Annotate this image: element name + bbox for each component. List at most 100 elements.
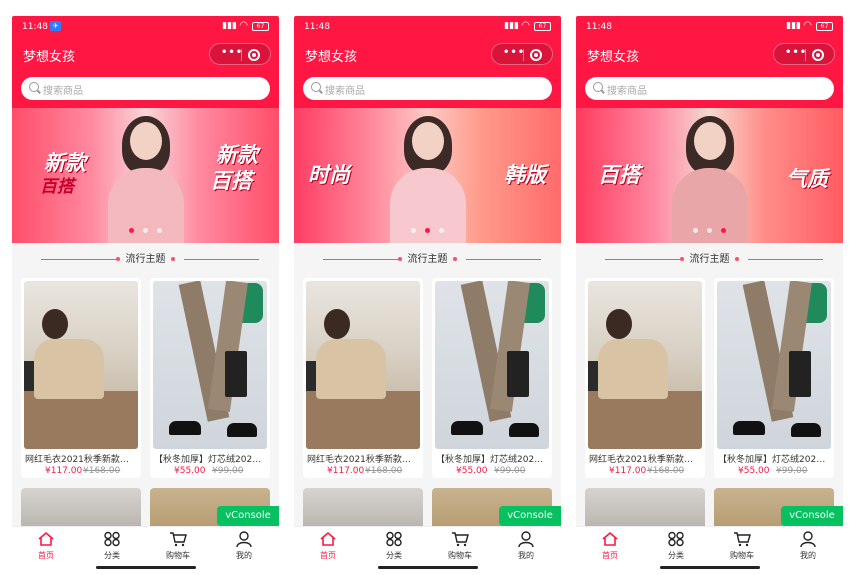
product-card[interactable] — [303, 488, 423, 528]
page-title: 梦想女孩 — [23, 50, 76, 65]
cart-icon — [170, 532, 187, 547]
product-card[interactable]: 网红毛衣2021秋季新款百... ¥117.00 ¥168.00 — [585, 278, 705, 478]
carousel-dot[interactable] — [692, 228, 698, 233]
section-dot — [116, 257, 120, 261]
close-icon[interactable] — [812, 49, 824, 61]
product-card[interactable]: 网红毛衣2021秋季新款百... ¥117.00 ¥168.00 — [21, 278, 141, 478]
tab-home[interactable]: 首页 — [308, 531, 348, 561]
product-card[interactable] — [21, 488, 141, 528]
banner-right-text-1: 韩版 — [504, 163, 546, 187]
banner-right-text-1: 气质 — [786, 167, 828, 191]
search-bar[interactable]: 搜索商品 — [21, 77, 270, 100]
banner-left-text-1: 时尚 — [308, 163, 350, 187]
product-image — [24, 281, 138, 449]
section-divider-right — [748, 259, 823, 260]
mini-program-capsule: ••• — [773, 43, 835, 65]
product-card[interactable]: 【秋冬加厚】灯芯绒2021新... ¥55.00 ¥99.00 — [150, 278, 270, 478]
category-icon — [104, 531, 120, 547]
status-time: 11:48 — [22, 22, 48, 32]
tab-label: 我的 — [518, 551, 534, 560]
banner-carousel[interactable]: 新款 百搭 新款 百搭 — [12, 108, 279, 243]
banner-carousel[interactable]: 百搭 气质 — [576, 108, 843, 243]
tab-cart[interactable]: 购物车 — [722, 531, 762, 561]
banner-carousel[interactable]: 时尚 韩版 — [294, 108, 561, 243]
user-icon — [518, 531, 534, 548]
tab-category[interactable]: 分类 — [92, 531, 132, 561]
signal-icon: ▮▮▮ — [786, 21, 801, 31]
section-divider-left — [323, 259, 398, 260]
product-card[interactable]: 【秋冬加厚】灯芯绒2021新... ¥55.00 ¥99.00 — [432, 278, 552, 478]
home-indicator — [378, 566, 478, 569]
status-bar: 11:48 ▮▮▮ ◠ 67 — [576, 16, 843, 38]
tab-home[interactable]: 首页 — [26, 531, 66, 561]
product-old-price: ¥168.00 — [647, 466, 685, 476]
tab-label: 首页 — [602, 551, 618, 560]
search-icon — [593, 82, 603, 92]
tab-cart[interactable]: 购物车 — [440, 531, 480, 561]
wifi-icon: ◠ — [239, 20, 248, 31]
capsule-divider — [805, 49, 806, 61]
section-dot — [453, 257, 457, 261]
tab-category[interactable]: 分类 — [656, 531, 696, 561]
carousel-dot[interactable] — [143, 228, 148, 233]
tab-label: 我的 — [800, 551, 816, 560]
section-dot — [398, 257, 402, 261]
vconsole-button[interactable]: vConsole — [217, 506, 279, 526]
search-bar[interactable]: 搜索商品 — [303, 77, 552, 100]
banner-left-text-1: 百搭 — [598, 163, 640, 187]
vconsole-button[interactable]: vConsole — [781, 506, 843, 526]
user-icon — [236, 531, 252, 548]
product-price: ¥117.00 — [327, 466, 365, 476]
status-time: 11:48 — [586, 22, 612, 32]
search-placeholder: 搜索商品 — [43, 86, 83, 97]
product-price: ¥55.00 — [174, 466, 206, 476]
carousel-indicators — [576, 218, 843, 237]
carousel-dot[interactable] — [707, 228, 712, 233]
search-bar[interactable]: 搜索商品 — [585, 77, 834, 100]
more-icon[interactable]: ••• — [785, 47, 807, 58]
product-price: ¥117.00 — [609, 466, 647, 476]
header: 11:48 ▮▮▮ ◠ 67 梦想女孩 ••• 搜索商品 — [294, 16, 561, 108]
carousel-dot[interactable] — [157, 228, 163, 233]
product-card[interactable]: 网红毛衣2021秋季新款百... ¥117.00 ¥168.00 — [303, 278, 423, 478]
carousel-dot[interactable] — [721, 228, 727, 233]
section-header: 流行主题 — [294, 250, 561, 268]
carousel-dot[interactable] — [410, 228, 416, 233]
wifi-icon: ◠ — [803, 20, 812, 31]
tab-label: 分类 — [386, 551, 402, 560]
more-icon[interactable]: ••• — [503, 47, 525, 58]
section-dot — [680, 257, 684, 261]
close-icon[interactable] — [248, 49, 260, 61]
section-title: 流行主题 — [407, 254, 448, 265]
tab-profile[interactable]: 我的 — [788, 531, 828, 561]
wifi-icon: ◠ — [521, 20, 530, 31]
carousel-dot[interactable] — [425, 228, 430, 233]
tab-home[interactable]: 首页 — [590, 531, 630, 561]
screenshot-composite: 11:48 ✈ ▮▮▮ ◠ 67 梦想女孩 ••• 搜索商品 新款 百搭 新款 … — [0, 0, 851, 575]
section-dot — [171, 257, 175, 261]
product-name: 【秋冬加厚】灯芯绒2021新... — [718, 455, 830, 465]
tab-bar: 首页 分类 购物车 我的 — [294, 526, 561, 572]
carousel-indicators — [12, 218, 279, 237]
tab-profile[interactable]: 我的 — [506, 531, 546, 561]
product-card[interactable]: 【秋冬加厚】灯芯绒2021新... ¥55.00 ¥99.00 — [714, 278, 834, 478]
tab-category[interactable]: 分类 — [374, 531, 414, 561]
tab-label: 首页 — [38, 551, 54, 560]
tab-label: 购物车 — [166, 551, 190, 560]
carousel-indicators — [294, 218, 561, 237]
product-card[interactable] — [585, 488, 705, 528]
product-image — [588, 281, 702, 449]
product-image — [435, 281, 549, 449]
category-icon — [668, 531, 684, 547]
tab-cart[interactable]: 购物车 — [158, 531, 198, 561]
more-icon[interactable]: ••• — [221, 47, 243, 58]
signal-icon: ▮▮▮ — [222, 21, 237, 31]
carousel-dot[interactable] — [128, 228, 134, 233]
search-placeholder: 搜索商品 — [325, 86, 365, 97]
search-icon — [311, 82, 321, 92]
tab-profile[interactable]: 我的 — [224, 531, 264, 561]
carousel-dot[interactable] — [439, 228, 445, 233]
close-icon[interactable] — [530, 49, 542, 61]
product-price: ¥55.00 — [456, 466, 488, 476]
vconsole-button[interactable]: vConsole — [499, 506, 561, 526]
